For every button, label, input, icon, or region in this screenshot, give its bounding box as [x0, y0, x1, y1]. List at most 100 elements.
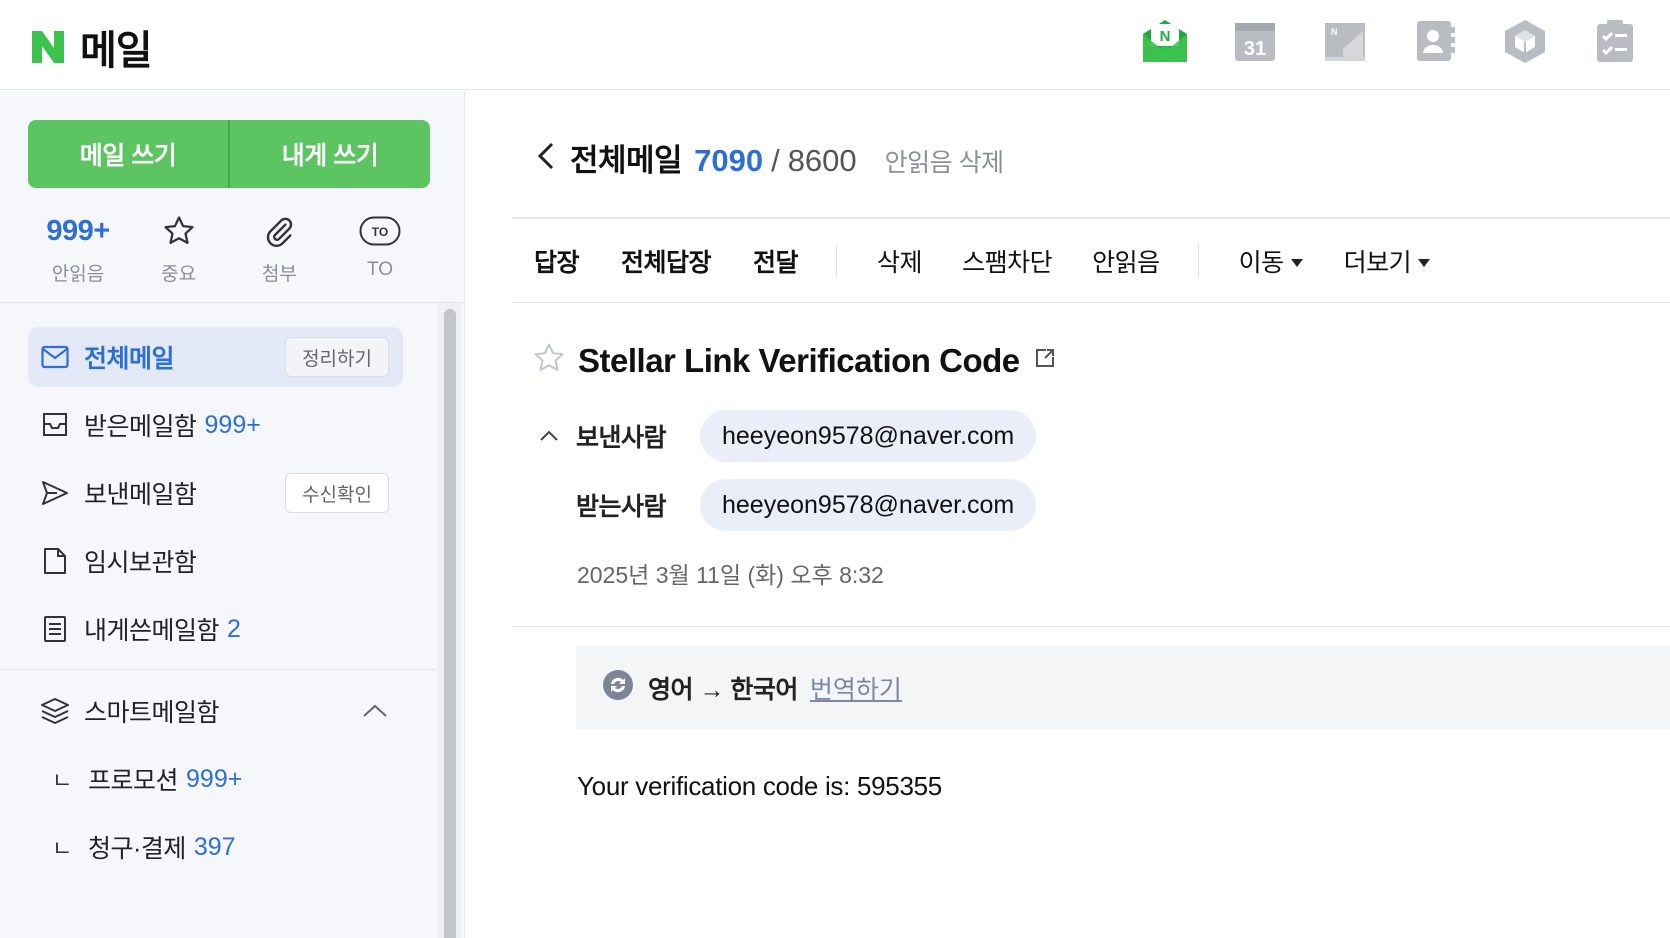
quick-attachment-label: 첨부	[261, 264, 297, 285]
delete-unread-button[interactable]: 안읽음 삭제	[885, 143, 1004, 179]
mail-body: Your verification code is: 595355	[577, 771, 942, 801]
contacts-app-icon[interactable]	[1410, 16, 1460, 66]
sidebar-scrollbar[interactable]	[437, 303, 461, 938]
organize-button[interactable]: 정리하기	[285, 337, 389, 377]
chevron-up-icon[interactable]	[361, 697, 389, 730]
count-separator: /	[771, 143, 780, 178]
smart-item-billing-label: 청구·결제	[88, 835, 186, 863]
folder-all-mail-label: 전체메일	[84, 345, 175, 373]
top-bar: 메일 N 31 N	[0, 0, 1670, 90]
caret-down-icon	[1290, 246, 1304, 275]
folder-list: 전체메일 정리하기 받은메일함 999+ 보낸메일함 수신확인 임시보관함 내게…	[28, 327, 403, 667]
compose-group: 메일 쓰기 내게 쓰기	[28, 120, 430, 188]
translate-icon	[602, 669, 634, 706]
sender-row: 보낸사람 heeyeon9578@naver.com	[538, 410, 1037, 462]
quick-filters: 999+ 안읽음 중요 첨부 TO TO	[28, 209, 430, 286]
mail-toolbar: 답장 전체답장 전달 삭제 스팸차단 안읽음 이동 더보기	[512, 219, 1670, 303]
sender-address[interactable]: heeyeon9578@naver.com	[700, 410, 1037, 462]
folder-to-self-label: 내게쓴메일함	[84, 617, 220, 645]
recipient-row: 받는사람 heeyeon9578@naver.com	[576, 479, 1037, 531]
read-receipt-button[interactable]: 수신확인	[285, 473, 389, 513]
note-app-icon[interactable]: N	[1320, 16, 1370, 66]
to-icon: TO	[359, 209, 401, 253]
folder-sent-label: 보낸메일함	[84, 481, 197, 509]
recipient-label: 받는사람	[576, 493, 667, 521]
move-label: 이동	[1238, 248, 1285, 277]
folder-to-self-count: 2	[227, 614, 241, 643]
total-mail-count: 8600	[787, 143, 857, 178]
smart-item-promotion-count: 999+	[186, 764, 243, 793]
calendar-app-icon[interactable]: 31	[1230, 16, 1280, 66]
delete-button[interactable]: 삭제	[877, 243, 923, 279]
folder-divider	[0, 669, 436, 670]
subfolder-mark: ㄴ	[52, 836, 73, 861]
move-dropdown[interactable]: 이동	[1239, 243, 1304, 279]
reply-all-button[interactable]: 전체답장	[621, 243, 712, 279]
mark-unread-button[interactable]: 안읽음	[1092, 243, 1160, 279]
smart-item-billing[interactable]: ㄴ 청구·결제 397	[28, 817, 403, 877]
compose-to-self-button[interactable]: 내게 쓰기	[230, 120, 430, 188]
note-list-icon	[40, 614, 70, 644]
folder-to-self[interactable]: 내게쓴메일함 2	[28, 599, 403, 659]
folder-inbox-count: 999+	[204, 410, 261, 439]
send-icon	[40, 478, 70, 508]
sidebar-divider	[0, 302, 464, 303]
app-title: 메일	[80, 29, 153, 73]
mail-app-letter: N	[1160, 28, 1171, 45]
translate-link[interactable]: 번역하기	[810, 670, 902, 706]
folder-drafts-label: 임시보관함	[84, 549, 197, 577]
collapse-chevron-icon[interactable]	[538, 425, 576, 447]
layers-icon	[40, 696, 70, 726]
quick-unread[interactable]: 999+ 안읽음	[28, 209, 128, 286]
app-launcher: N 31 N	[1140, 16, 1640, 66]
sidebar-scroll-thumb[interactable]	[444, 309, 456, 938]
translate-direction: 영어 → 한국어	[648, 675, 798, 704]
quick-to-me-label: TO	[366, 259, 393, 280]
subject-row: Stellar Link Verification Code	[532, 341, 1056, 380]
quick-important-label: 중요	[161, 264, 197, 285]
box-app-icon[interactable]	[1500, 16, 1550, 66]
smart-item-promotion-label: 프로모션	[88, 767, 179, 795]
subfolder-mark: ㄴ	[52, 768, 73, 793]
sender-label: 보낸사람	[576, 424, 667, 452]
folder-inbox[interactable]: 받은메일함 999+	[28, 395, 403, 455]
mail-date: 2025년 3월 11일 (화) 오후 8:32	[577, 562, 884, 588]
mail-header: 전체메일 7090 / 8600 안읽음 삭제	[536, 135, 1004, 180]
quick-important[interactable]: 중요	[129, 209, 229, 286]
more-label: 더보기	[1343, 248, 1412, 277]
reply-button[interactable]: 답장	[534, 243, 580, 279]
envelope-icon	[40, 342, 70, 372]
star-icon	[162, 209, 196, 253]
svg-text:N: N	[1331, 27, 1338, 37]
quick-attachment[interactable]: 첨부	[229, 209, 329, 286]
forward-button[interactable]: 전달	[753, 243, 799, 279]
star-outline-icon[interactable]	[532, 341, 566, 380]
mail-view: 전체메일 7090 / 8600 안읽음 삭제 답장 전체답장 전달 삭제 스팸…	[466, 91, 1670, 938]
meta-divider	[512, 626, 1670, 627]
recipient-address[interactable]: heeyeon9578@naver.com	[700, 479, 1037, 531]
folder-all-mail[interactable]: 전체메일 정리하기	[28, 327, 403, 387]
folder-sent[interactable]: 보낸메일함 수신확인	[28, 463, 403, 523]
quick-to-me[interactable]: TO TO	[330, 209, 430, 286]
back-arrow-icon[interactable]	[536, 138, 562, 174]
open-new-window-icon[interactable]	[1034, 347, 1056, 374]
unread-count: 999+	[46, 214, 110, 247]
unread-mail-count: 7090	[694, 143, 764, 178]
folder-inbox-label: 받은메일함	[84, 413, 197, 441]
smart-mailbox-header[interactable]: 스마트메일함	[28, 681, 403, 741]
todo-app-icon[interactable]	[1590, 16, 1640, 66]
smart-item-promotion[interactable]: ㄴ 프로모션 999+	[28, 749, 403, 809]
naver-mail-logo[interactable]: 메일	[30, 18, 153, 76]
toolbar-separator	[836, 243, 838, 278]
toolbar-separator	[1197, 243, 1199, 278]
folder-drafts[interactable]: 임시보관함	[28, 531, 403, 591]
mail-app-icon[interactable]: N	[1140, 16, 1190, 66]
calendar-day: 31	[1244, 38, 1266, 60]
compose-mail-button[interactable]: 메일 쓰기	[28, 120, 228, 188]
block-spam-button[interactable]: 스팸차단	[962, 243, 1053, 279]
more-dropdown[interactable]: 더보기	[1344, 243, 1432, 279]
smart-mailbox: 스마트메일함 ㄴ 프로모션 999+ ㄴ 청구·결제 397	[28, 681, 403, 885]
paperclip-icon	[262, 209, 296, 253]
caret-down-icon	[1417, 246, 1431, 275]
smart-item-billing-count: 397	[193, 832, 236, 861]
